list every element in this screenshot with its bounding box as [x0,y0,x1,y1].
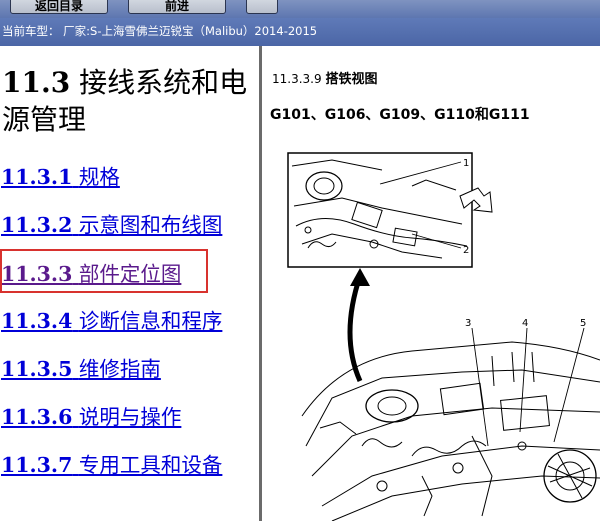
ground-locations-heading: G101、G106、G109、G110和G111 [270,107,530,123]
nav-link-label: 说明与操作 [78,405,182,429]
subsection-title: 搭铁视图 [325,72,378,87]
content-panel: 11.3.3.9 搭铁视图 G101、G106、G109、G110和G111 1… [262,46,600,521]
pointer-arrow [347,275,363,383]
engine-bay-drawing [301,341,600,521]
nav-link-number: 11.3.4 [1,309,73,333]
back-to-index-button[interactable]: 返回目录 [10,0,108,14]
nav-link-label: 诊断信息和程序 [78,309,223,333]
ground-view-illustration: 1 2 3 4 5 [287,152,600,521]
subsection-id: 11.3.3.9 [272,72,322,86]
toolbar-button-3[interactable] [246,0,278,14]
nav-link-number: 11.3.6 [1,405,73,429]
nav-link-repair-instructions[interactable]: 11.3.5 维修指南 [1,352,161,382]
callout-label-1: 1 [463,158,469,169]
nav-link-diagnostics[interactable]: 11.3.4 诊断信息和程序 [1,304,222,334]
selection-highlight [0,249,208,293]
nav-link-description-operation[interactable]: 11.3.6 说明与操作 [1,400,181,430]
vehicle-info-bar: 当前车型： 厂家:S-上海雪佛兰迈锐宝（Malibu）2014-2015 [0,18,600,46]
callout-label-3: 3 [465,318,471,329]
callout-label-4: 4 [522,318,528,329]
nav-link-number: 11.3.2 [1,213,73,237]
nav-link-label: 示意图和布线图 [78,213,223,237]
nav-link-label: 规格 [78,165,120,189]
toolbar: 返回目录 前进 [0,0,600,18]
nav-link-schematics[interactable]: 11.3.2 示意图和布线图 [1,208,222,238]
navigation-panel: 11.3 接线系统和电源管理 11.3.1 规格 11.3.2 示意图和布线图 … [0,46,258,521]
forward-button[interactable]: 前进 [128,0,226,14]
nav-link-number: 11.3.7 [1,453,73,477]
callout-label-2: 2 [463,245,469,256]
subsection-heading: 11.3.3.9 搭铁视图 [272,68,377,87]
nav-link-label: 维修指南 [78,357,161,381]
section-title: 11.3 接线系统和电源管理 [2,64,258,138]
section-number: 11.3 [2,66,71,99]
detail-inset [287,152,473,268]
nav-link-number: 11.3.1 [1,165,73,189]
nav-link-label: 专用工具和设备 [78,453,223,477]
nav-link-special-tools[interactable]: 11.3.7 专用工具和设备 [1,448,222,478]
callout-label-5: 5 [580,318,586,329]
nav-link-number: 11.3.5 [1,357,73,381]
nav-link-specifications[interactable]: 11.3.1 规格 [1,160,120,190]
